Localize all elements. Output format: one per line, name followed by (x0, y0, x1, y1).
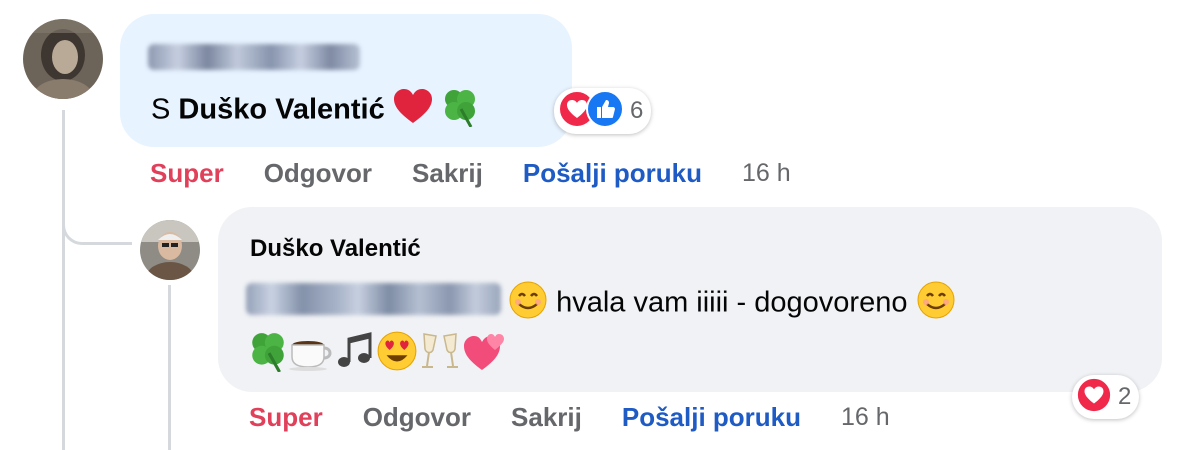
thumbs-up-reaction-icon (586, 89, 624, 133)
avatar[interactable] (23, 19, 103, 99)
coffee-cup-icon (288, 331, 334, 379)
reply-actions: Super Odgovor Sakrij Pošalji poruku 16 h (249, 402, 890, 433)
reaction-summary[interactable]: 6 (554, 88, 652, 134)
heart-eyes-face-icon (376, 330, 418, 380)
reply-text-line1: hvala vam iiiii - dogovoreno (508, 280, 956, 328)
mention-blurred[interactable] (246, 283, 501, 315)
reply-button[interactable]: Odgovor (264, 158, 372, 189)
smiling-face-icon (916, 280, 956, 328)
reply-avatar[interactable] (140, 220, 200, 280)
four-leaf-clover-icon (441, 87, 479, 135)
reply-message: hvala vam iiiii - dogovoreno (556, 286, 908, 319)
reaction-count: 6 (630, 97, 644, 124)
heart-icon (393, 89, 433, 133)
reply-timestamp[interactable]: 16 h (841, 403, 890, 432)
thread-line-vertical (62, 110, 65, 450)
heart-reaction-icon (1076, 376, 1112, 418)
clinking-glasses-icon (418, 330, 462, 380)
super-reaction-button[interactable]: Super (150, 158, 224, 189)
smiling-face-icon (508, 280, 548, 328)
reply-emoji-line (248, 330, 506, 380)
two-hearts-icon (462, 330, 506, 380)
reply-author-name[interactable]: Duško Valentić (250, 235, 421, 263)
hide-button[interactable]: Sakrij (511, 402, 582, 433)
send-message-button[interactable]: Pošalji poruku (523, 158, 702, 189)
hide-button[interactable]: Sakrij (412, 158, 483, 189)
thread-line-reply (168, 285, 171, 450)
comment-text: S Duško Valentić (151, 87, 479, 135)
comment-timestamp[interactable]: 16 h (742, 159, 791, 188)
comment-prefix: S (151, 93, 179, 126)
thread-line-elbow (62, 205, 132, 245)
author-name-blurred[interactable] (148, 44, 360, 70)
reply-button[interactable]: Odgovor (363, 402, 471, 433)
four-leaf-clover-icon (248, 330, 288, 380)
send-message-button[interactable]: Pošalji poruku (622, 402, 801, 433)
musical-notes-icon (334, 331, 376, 379)
reply-reaction-summary[interactable]: 2 (1072, 375, 1140, 419)
mention-link[interactable]: Duško Valentić (178, 94, 384, 126)
comment-actions: Super Odgovor Sakrij Pošalji poruku 16 h (150, 158, 791, 189)
super-reaction-button[interactable]: Super (249, 402, 323, 433)
reply-reaction-count: 2 (1118, 383, 1132, 410)
